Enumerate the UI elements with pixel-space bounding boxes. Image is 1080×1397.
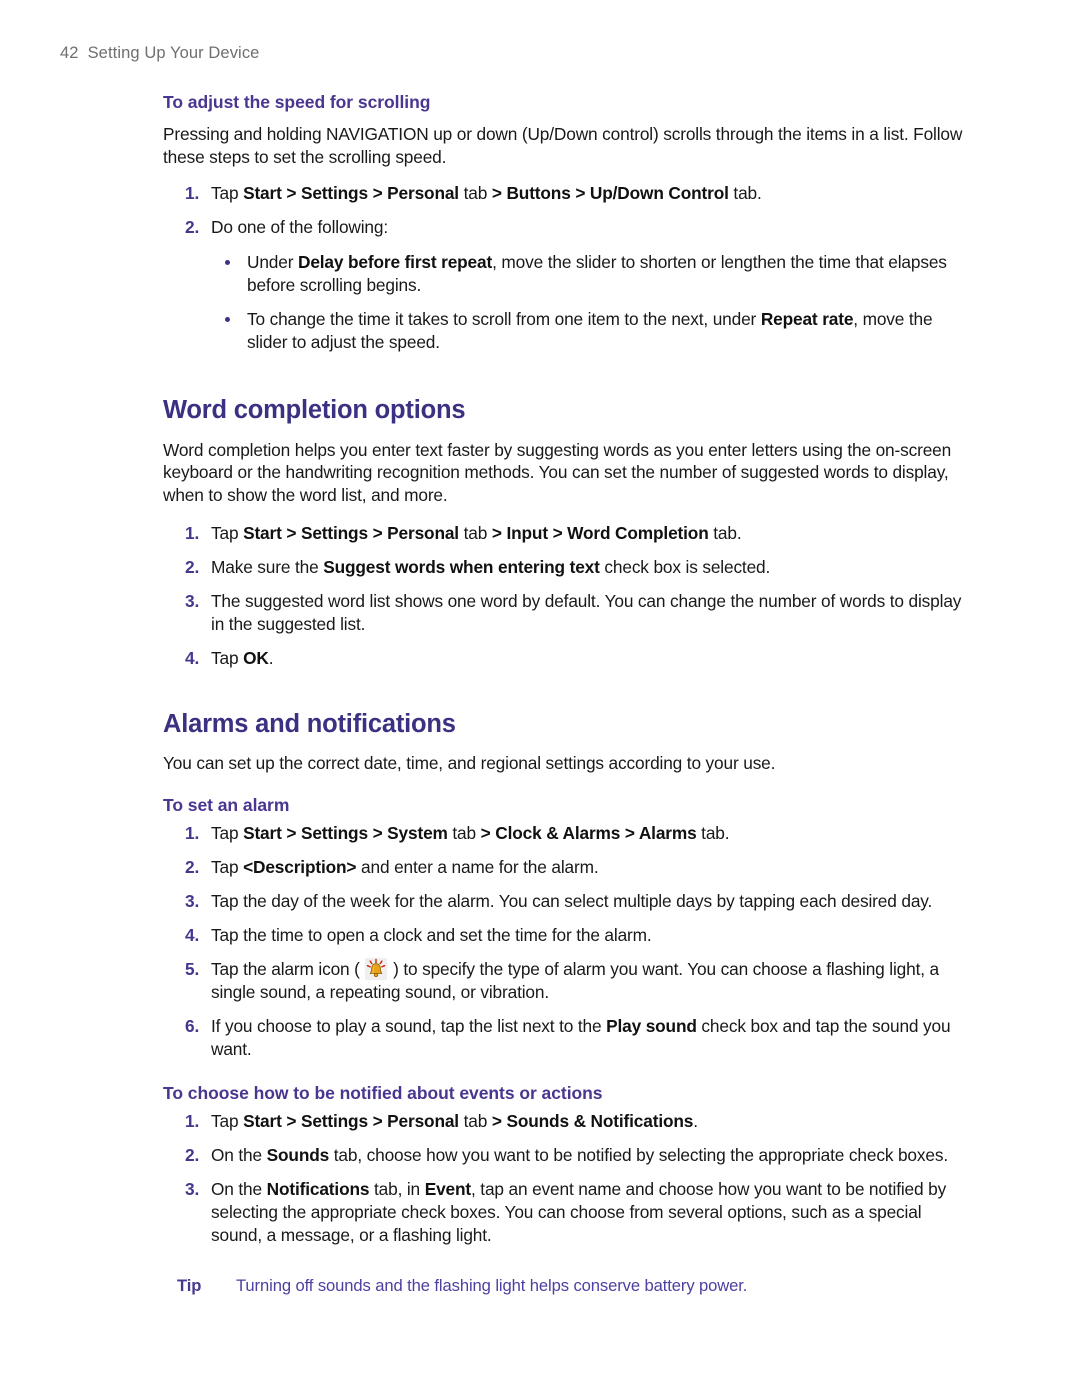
list-item: 6. If you choose to play a sound, tap th…	[163, 1015, 973, 1061]
subsection-heading: To adjust the speed for scrolling	[163, 92, 431, 112]
list-number: 1.	[185, 522, 200, 543]
list-number: 3.	[185, 890, 200, 911]
running-header: 42 Setting Up Your Device	[60, 44, 259, 63]
list-text: Tap the time to open a clock and set the…	[211, 924, 652, 945]
list-text: If you choose to play a sound, tap the l…	[211, 1015, 951, 1059]
list-number: 4.	[185, 647, 200, 668]
section-heading: Alarms and notifications	[163, 709, 456, 738]
list-item: To change the time it takes to scroll fr…	[211, 308, 973, 354]
list-number: 2.	[185, 217, 200, 238]
list-item: 2. On the Sounds tab, choose how you wan…	[163, 1144, 973, 1167]
bullet-list-scrolling-options: Under Delay before first repeat, move th…	[211, 251, 973, 354]
list-text: Tap Start > Settings > Personal tab > In…	[211, 522, 742, 543]
content-column: To adjust the speed for scrolling Pressi…	[163, 92, 973, 1296]
list-item: 2. Tap <Description> and enter a name fo…	[163, 856, 973, 879]
list-number: 2.	[185, 856, 200, 877]
list-text: Do one of the following:	[211, 217, 389, 238]
list-text: Tap Start > Settings > System tab > Cloc…	[211, 822, 730, 843]
list-text: The suggested word list shows one word b…	[211, 590, 962, 634]
steps-list-word-completion: 1. Tap Start > Settings > Personal tab >…	[163, 522, 973, 670]
bullet-text: Under Delay before first repeat, move th…	[247, 252, 947, 296]
list-item: 5. Tap the alarm icon ( ) to specify the…	[163, 957, 973, 1004]
tip-text: Turning off sounds and the flashing ligh…	[236, 1275, 748, 1295]
list-number: 5.	[185, 958, 200, 979]
bullet-dot-icon	[225, 260, 230, 266]
subsection-notification-options: To choose how to be notified about event…	[163, 1083, 973, 1104]
list-text: Make sure the Suggest words when enterin…	[211, 556, 771, 577]
paragraph-intro-word-completion: Word completion helps you enter text fas…	[163, 439, 952, 505]
list-text: Tap Start > Settings > Personal tab > So…	[211, 1110, 698, 1131]
paragraph-intro-alarms: You can set up the correct date, time, a…	[163, 752, 776, 773]
section-word-completion: Word completion options	[163, 396, 973, 425]
bullet-dot-icon	[225, 317, 230, 323]
list-number: 3.	[185, 590, 200, 611]
list-item: 1. Tap Start > Settings > Personal tab >…	[163, 182, 973, 205]
list-item: 4. Tap OK.	[163, 647, 973, 670]
tip-label: Tip	[177, 1275, 202, 1295]
document-page: 42 Setting Up Your Device To adjust the s…	[0, 0, 1080, 1397]
list-text: Tap the alarm icon ( ) to specify the ty…	[211, 957, 939, 1002]
list-item: 3. The suggested word list shows one wor…	[163, 590, 973, 636]
steps-list-set-alarm: 1. Tap Start > Settings > System tab > C…	[163, 822, 973, 1061]
steps-list-scrolling: 1. Tap Start > Settings > Personal tab >…	[163, 182, 973, 354]
list-item: 2. Do one of the following: Under Delay …	[163, 216, 973, 354]
list-item: Under Delay before first repeat, move th…	[211, 251, 973, 297]
list-text: On the Sounds tab, choose how you want t…	[211, 1144, 948, 1165]
list-number: 2.	[185, 556, 200, 577]
page-number: 42	[60, 44, 79, 62]
list-item: 3. Tap the day of the week for the alarm…	[163, 890, 973, 913]
list-number: 3.	[185, 1178, 200, 1199]
subsection-set-alarm: To set an alarm	[163, 795, 973, 816]
list-text: Tap OK.	[211, 647, 274, 668]
subsection-scrolling-speed: To adjust the speed for scrolling	[163, 92, 973, 113]
list-text: Tap <Description> and enter a name for t…	[211, 856, 599, 877]
steps-list-notification-options: 1. Tap Start > Settings > Personal tab >…	[163, 1110, 973, 1247]
list-text: Tap Start > Settings > Personal tab > Bu…	[211, 183, 762, 204]
subsection-heading: To set an alarm	[163, 794, 290, 815]
list-item: 3. On the Notifications tab, in Event, t…	[163, 1178, 973, 1247]
list-item: 1. Tap Start > Settings > System tab > C…	[163, 822, 973, 845]
list-item: 4. Tap the time to open a clock and set …	[163, 924, 973, 947]
paragraph-intro-scrolling: Pressing and holding NAVIGATION up or do…	[163, 124, 963, 167]
list-number: 1.	[185, 1110, 200, 1131]
list-number: 1.	[185, 822, 200, 843]
list-number: 2.	[185, 1144, 200, 1165]
list-text: Tap the day of the week for the alarm. Y…	[211, 890, 933, 911]
section-heading: Word completion options	[163, 396, 466, 425]
list-text: On the Notifications tab, in Event, tap …	[211, 1178, 947, 1245]
list-number: 1.	[185, 183, 200, 204]
section-alarms-notifications: Alarms and notifications	[163, 710, 973, 739]
alarm-bell-icon	[365, 957, 388, 980]
list-item: 2. Make sure the Suggest words when ente…	[163, 556, 973, 579]
bullet-text: To change the time it takes to scroll fr…	[247, 309, 933, 353]
list-number: 6.	[185, 1015, 200, 1036]
list-number: 4.	[185, 924, 200, 945]
list-item: 1. Tap Start > Settings > Personal tab >…	[163, 1110, 973, 1133]
list-item: 1. Tap Start > Settings > Personal tab >…	[163, 522, 973, 545]
subsection-heading: To choose how to be notified about event…	[163, 1082, 603, 1103]
tip-block: Tip Turning off sounds and the flashing …	[163, 1275, 973, 1297]
header-title: Setting Up Your Device	[87, 44, 260, 62]
